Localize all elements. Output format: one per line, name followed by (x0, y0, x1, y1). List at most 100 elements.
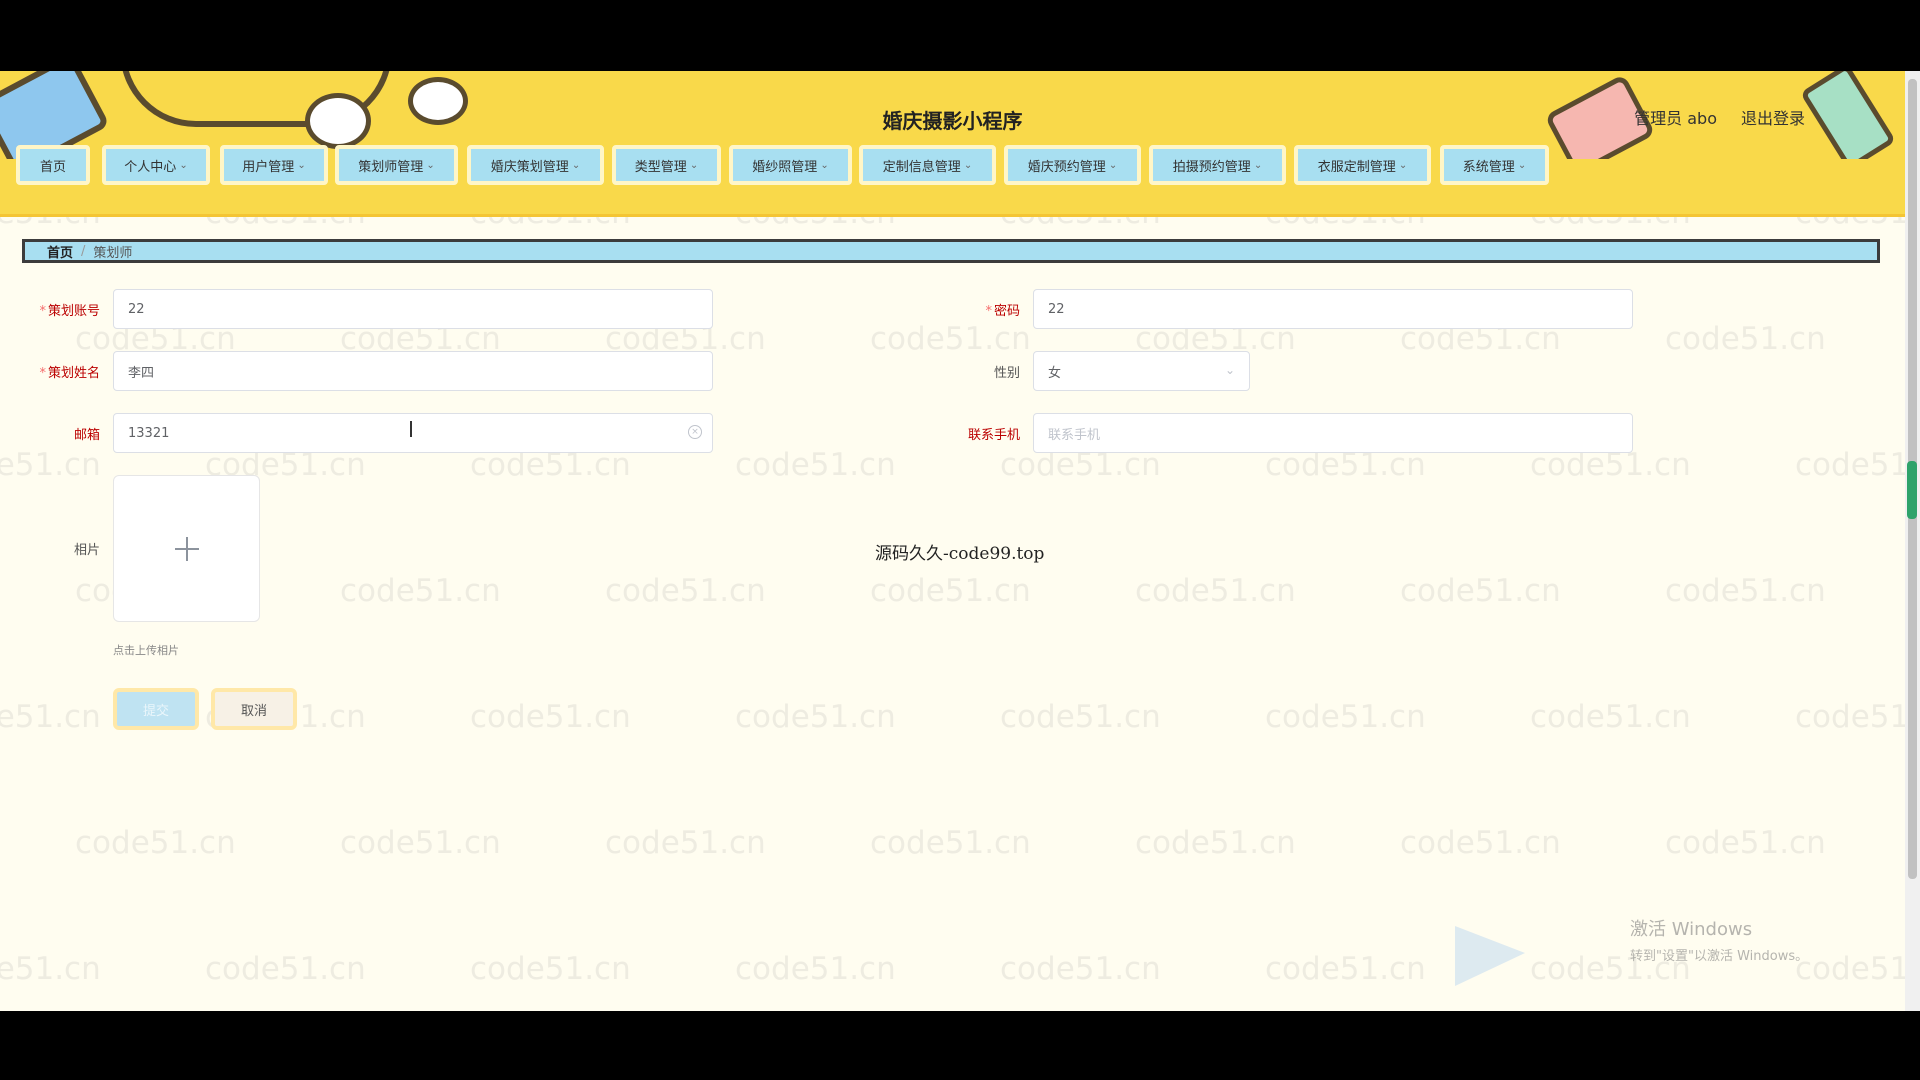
name-input[interactable]: 李四 (113, 351, 713, 391)
password-label: * 密码 (950, 300, 1020, 319)
logout-link[interactable]: 退出登录 (1741, 105, 1805, 129)
nav-item-label: 拍摄预约管理 (1172, 159, 1251, 175)
breadcrumb-current: 策划师 (93, 245, 133, 261)
watermark-text: code51.cn (735, 447, 896, 483)
breadcrumb-home[interactable]: 首页 (47, 242, 73, 261)
breadcrumb-separator: / (81, 243, 86, 259)
chevron-down-icon: ⌄ (1398, 159, 1408, 171)
watermark-text: code51.cn (340, 825, 501, 861)
watermark-text: code51.cn (1135, 825, 1296, 861)
nav-item-custom-info-management[interactable]: 定制信息管理 ⌄ (859, 145, 996, 185)
watermark-text: code51.cn (0, 447, 101, 483)
watermark-text: code51.cn (735, 699, 896, 735)
chevron-down-icon: ⌄ (820, 159, 829, 171)
windows-activation-title: 激活 Windows (1630, 919, 1753, 940)
watermark-text: code51.cn (1795, 447, 1920, 483)
chevron-down-icon: ⌄ (179, 159, 188, 171)
watermark-text: code51.cn (870, 321, 1031, 357)
overlay-watermark-text: 源码久久-code99.top (875, 544, 1045, 564)
watermark-text: code51.cn (1265, 699, 1426, 735)
watermark-text: code51.cn (1665, 573, 1826, 609)
nav-item-wedding-planning-management[interactable]: 婚庆策划管理 ⌄ (467, 145, 604, 185)
watermark-text: code51.cn (1665, 321, 1826, 357)
name-label: * 策划姓名 (30, 362, 100, 381)
account-label: * 策划账号 (30, 300, 100, 319)
upload-tip: 点击上传相片 (113, 644, 179, 657)
required-mark: * (39, 366, 46, 381)
watermark-text: code51.cn (1795, 951, 1920, 987)
nav-item-clothing-custom-management[interactable]: 衣服定制管理 ⌄ (1294, 145, 1431, 185)
required-mark: * (985, 304, 992, 319)
watermark-text: code51.cn (1000, 951, 1161, 987)
watermark-text: code51.cn (470, 951, 631, 987)
watermark-text: code51.cn (340, 573, 501, 609)
nav-item-wedding-booking-management[interactable]: 婚庆预约管理 ⌄ (1004, 145, 1141, 185)
nav-item-label: 衣服定制管理 (1317, 159, 1396, 175)
watermark-text: code51.cn (870, 573, 1031, 609)
chevron-down-icon: ⌄ (1224, 363, 1235, 377)
app-viewport: code51.cn code51.cn code51.cn code51.cn code… (0, 71, 1920, 1011)
plus-icon (186, 537, 188, 561)
email-label: 邮箱 (73, 428, 100, 443)
photo-uploader[interactable] (113, 475, 260, 622)
watermark-text: code51.cn (1265, 951, 1426, 987)
text-cursor-icon (410, 421, 412, 437)
watermark-text: code51.cn (1530, 699, 1691, 735)
nav-item-shoot-booking-management[interactable]: 拍摄预约管理 ⌄ (1149, 145, 1286, 185)
nav-item-label: 婚庆策划管理 (490, 159, 569, 175)
chevron-down-icon: ⌄ (1108, 159, 1118, 171)
account-label-text: 策划账号 (47, 304, 100, 319)
nav-item-personal-center[interactable]: 个人中心 ⌄ (102, 145, 210, 185)
watermark-text: code51.cn (735, 951, 896, 987)
gender-label: 性别 (993, 366, 1020, 381)
watermark-text: code51.cn (1135, 573, 1296, 609)
watermark-text: code51.cn (1400, 573, 1561, 609)
required-mark: * (39, 304, 46, 319)
gender-select-value: 女 (1048, 365, 1062, 381)
photo-label: 相片 (73, 543, 100, 558)
watermark-text: code51.cn (0, 951, 101, 987)
nav-item-system-management[interactable]: 系统管理 ⌄ (1440, 145, 1549, 185)
gender-select[interactable]: 女 ⌄ (1033, 351, 1250, 391)
user-label: 管理员 abo (1634, 109, 1717, 128)
vertical-scrollbar[interactable] (1905, 71, 1920, 1011)
watermark-text: code51.cn (605, 573, 766, 609)
nav-item-home[interactable]: 首页 (16, 145, 90, 185)
account-input[interactable]: 22 (113, 289, 713, 329)
chevron-down-icon: ⌄ (297, 159, 306, 171)
nav-item-user-management[interactable]: 用户管理 ⌄ (220, 145, 328, 185)
clear-icon[interactable]: × (688, 425, 702, 439)
nav-item-planner-management[interactable]: 策划师管理 ⌄ (335, 145, 458, 185)
windows-logo-icon (1455, 926, 1525, 986)
watermark-text: code51.cn (1665, 825, 1826, 861)
nav-item-label: 定制信息管理 (882, 159, 961, 175)
watermark-text: code51.cn (75, 825, 236, 861)
password-label-text: 密码 (993, 304, 1020, 319)
watermark-text: code51.cn (1795, 699, 1920, 735)
watermark-text: code51.cn (0, 699, 101, 735)
email-input-value: 13321 (128, 425, 170, 441)
nav-item-label: 婚庆预约管理 (1027, 159, 1106, 175)
chevron-down-icon: ⌄ (1253, 159, 1263, 171)
watermark-text: code51.cn (205, 951, 366, 987)
nav-item-label: 类型管理 (634, 159, 687, 175)
breadcrumb: 首页 / 策划师 (22, 239, 1880, 263)
phone-input[interactable]: 联系手机 (1033, 413, 1633, 453)
nav-item-label: 用户管理 (242, 159, 295, 175)
nav-item-type-management[interactable]: 类型管理 ⌄ (612, 145, 721, 185)
app-title: 婚庆摄影小程序 (882, 109, 1023, 133)
scrollbar-marker (1907, 461, 1917, 519)
watermark-text: code51.cn (870, 825, 1031, 861)
email-input[interactable]: 13321 × (113, 413, 713, 453)
chevron-down-icon: ⌄ (1517, 159, 1527, 171)
submit-button[interactable]: 提交 (113, 688, 199, 730)
phone-label: 联系手机 (967, 428, 1020, 443)
nav-item-wedding-photo-management[interactable]: 婚纱照管理 ⌄ (729, 145, 852, 185)
chevron-down-icon: ⌄ (426, 159, 435, 171)
password-input[interactable]: 22 (1033, 289, 1633, 329)
windows-activation-subtitle: 转到"设置"以激活 Windows。 (1630, 949, 1809, 964)
chevron-down-icon: ⌄ (571, 159, 581, 171)
windows-activation-notice: 激活 Windows 转到"设置"以激活 Windows。 (1630, 915, 1808, 964)
watermark-text: code51.cn (470, 699, 631, 735)
cancel-button[interactable]: 取消 (211, 688, 297, 730)
